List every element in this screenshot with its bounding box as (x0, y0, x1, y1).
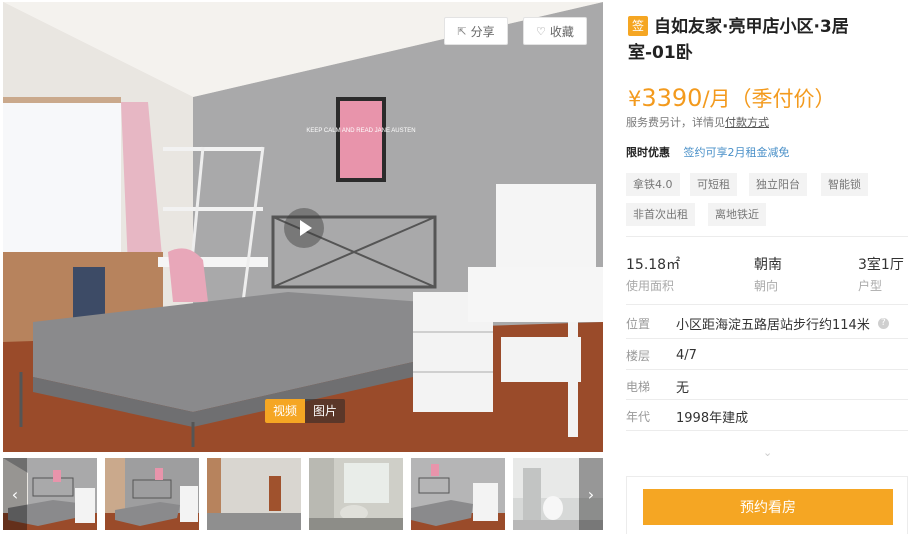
favorite-label: 收藏 (549, 24, 574, 39)
share-icon: ⇱ (457, 24, 467, 38)
stat-layout: 3室1厅 户型 (858, 254, 904, 294)
thumbnail-prev-button[interactable]: ‹ (3, 458, 27, 530)
thumbnail[interactable] (411, 458, 505, 530)
price-unit: /月（季付价） (702, 87, 836, 111)
thumbnail[interactable] (105, 458, 199, 530)
detail-value: 无 (676, 380, 690, 396)
promo-text: 签约可享2月租金减免 (683, 146, 790, 159)
detail-value: 4/7 (676, 347, 697, 363)
detail-floor: 楼层 4/7 (626, 340, 908, 370)
detail-value: 小区距海淀五路居站步行约114米 (676, 317, 870, 333)
thumbnail-image (207, 458, 301, 530)
thumbnail[interactable] (207, 458, 301, 530)
stat-label: 户型 (858, 279, 883, 293)
detail-label: 楼层 (626, 348, 651, 363)
divider (626, 338, 908, 339)
detail-label: 位置 (626, 316, 651, 331)
promotion: 限时优惠 签约可享2月租金减免 (626, 144, 790, 160)
detail-location: 位置 小区距海淀五路居站步行约114米 ? (626, 308, 908, 338)
main-photo[interactable]: KEEP CALM AND READ JANE AUSTEN ⇱ 分享 ♡ 收藏… (3, 2, 603, 452)
promo-label: 限时优惠 (626, 146, 670, 159)
play-video-button[interactable] (284, 208, 324, 248)
divider (626, 399, 908, 400)
tag: 智能锁 (821, 173, 868, 196)
price: ¥3390/月（季付价） (628, 83, 836, 113)
service-fee-note: 服务费另计，详情见付款方式 (626, 114, 769, 130)
play-icon (300, 220, 312, 236)
price-symbol: ¥ (628, 87, 642, 111)
tab-photos[interactable]: 图片 (305, 399, 345, 423)
media-mode-tabs: 视频 图片 (265, 399, 346, 423)
book-viewing-button[interactable]: 预约看房 (643, 489, 893, 525)
chevron-down-icon: ⌄ (763, 446, 773, 459)
listing-info: 签自如友家·亮甲店小区·3居室-01卧 ¥3390/月（季付价） 服务费另计，详… (626, 0, 912, 534)
detail-value: 1998年建成 (676, 410, 749, 426)
expand-details-button[interactable]: ⌄ (763, 446, 772, 459)
divider (626, 304, 908, 305)
detail-label: 电梯 (626, 379, 651, 394)
stat-orientation: 朝南 朝向 (754, 254, 782, 294)
thumbnail-image (411, 458, 505, 530)
thumbnail-strip: ‹ › (3, 458, 603, 532)
listing-page: KEEP CALM AND READ JANE AUSTEN ⇱ 分享 ♡ 收藏… (0, 0, 912, 534)
stat-value: 3室1厅 (858, 257, 904, 273)
chevron-right-icon: › (587, 484, 595, 504)
tag: 可短租 (690, 173, 737, 196)
stat-value: 15.18㎡ (626, 257, 681, 273)
favorite-button[interactable]: ♡ 收藏 (523, 17, 587, 45)
thumbnail-next-button[interactable]: › (579, 458, 603, 530)
media-gallery: KEEP CALM AND READ JANE AUSTEN ⇱ 分享 ♡ 收藏… (3, 2, 603, 532)
tag: 离地铁近 (708, 203, 766, 226)
divider (626, 236, 908, 237)
stat-label: 朝向 (754, 279, 779, 293)
share-button[interactable]: ⇱ 分享 (444, 17, 508, 45)
listing-title-text: 自如友家·亮甲店小区·3居室-01卧 (628, 17, 849, 63)
chevron-left-icon: ‹ (11, 484, 19, 504)
price-value: 3390 (641, 84, 703, 112)
tag: 独立阳台 (749, 173, 807, 196)
sign-badge: 签 (628, 16, 648, 36)
fee-note-text: 服务费另计，详情见 (626, 116, 725, 129)
stat-area: 15.18㎡ 使用面积 (626, 254, 680, 294)
stat-value: 朝南 (754, 257, 782, 273)
share-label: 分享 (470, 24, 495, 39)
divider (626, 430, 908, 431)
poster-text: KEEP CALM AND READ JANE AUSTEN (306, 128, 415, 134)
booking-panel: 预约看房 (626, 476, 908, 534)
detail-elevator: 电梯 无 (626, 371, 908, 401)
tag: 非首次出租 (626, 203, 695, 226)
thumbnail-image (105, 458, 199, 530)
heart-icon: ♡ (536, 24, 546, 38)
help-icon[interactable]: ? (877, 317, 889, 329)
detail-year: 年代 1998年建成 (626, 401, 908, 431)
thumbnail-image (309, 458, 403, 530)
listing-title: 签自如友家·亮甲店小区·3居室-01卧 (628, 14, 888, 66)
stat-label: 使用面积 (626, 279, 675, 293)
thumbnail[interactable] (309, 458, 403, 530)
payment-method-link[interactable]: 付款方式 (725, 116, 769, 129)
detail-label: 年代 (626, 409, 651, 424)
tab-video[interactable]: 视频 (265, 399, 306, 423)
divider (626, 369, 908, 370)
tag: 拿铁4.0 (626, 173, 680, 196)
